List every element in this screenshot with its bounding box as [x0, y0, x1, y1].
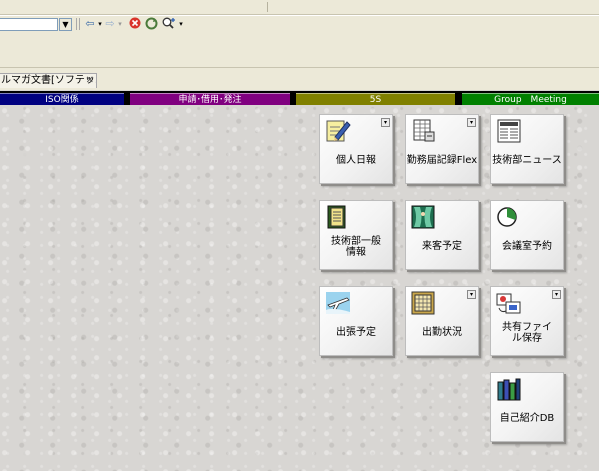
- zoom-icon[interactable]: [161, 17, 177, 31]
- forward-dropdown-icon[interactable]: ▾: [116, 17, 124, 31]
- links-bar: [0, 33, 599, 68]
- category-5s[interactable]: 5S: [296, 93, 455, 105]
- tile-self-intro-db[interactable]: 自己紹介DB: [490, 372, 564, 442]
- tile-meeting-room-booking[interactable]: 会議室予約: [490, 200, 564, 270]
- newspaper-icon: [496, 119, 522, 143]
- tile-label: 出勤状況: [422, 327, 462, 338]
- tile-tech-general-info[interactable]: 技術部一般情報: [319, 200, 393, 270]
- tile-business-trip[interactable]: 出張予定: [319, 286, 393, 356]
- door-curtain-icon: [411, 205, 437, 229]
- tile-label: 共有ファイル保存: [502, 322, 552, 344]
- stop-icon[interactable]: [128, 17, 142, 31]
- tile-label: 技術部ニュース: [492, 155, 562, 166]
- browser-toolbar: ▼ ⇦ ▾ ⇨ ▾ ▾: [0, 15, 599, 34]
- tile-menu-button[interactable]: ▾: [467, 290, 476, 299]
- category-bar: ISO関係 申請･借用･発注 5S Group Meeting: [0, 91, 599, 105]
- address-dropdown-button[interactable]: ▼: [59, 18, 72, 31]
- menu-bar: [0, 0, 599, 15]
- tab-document[interactable]: ルマガ文書[ソフテッ... ✕: [0, 73, 97, 88]
- portal-content: ▾ 個人日報 ▾ 勤務届記録Flex 技術部ニュース 技術部一般情報 来客予定 …: [0, 105, 599, 471]
- tile-personal-daily-report[interactable]: ▾ 個人日報: [319, 114, 393, 184]
- pen-notepad-icon: [325, 119, 351, 143]
- tile-menu-button[interactable]: ▾: [467, 118, 476, 127]
- tile-attendance-status[interactable]: ▾ 出勤状況: [405, 286, 479, 356]
- calendar-grid-icon: [411, 291, 437, 315]
- binder-icon: [325, 205, 351, 229]
- tab-strip: ルマガ文書[ソフテッ... ✕: [0, 68, 599, 90]
- books-icon: [496, 377, 522, 401]
- forward-arrow-icon[interactable]: ⇨: [103, 17, 117, 31]
- tile-attendance-flex[interactable]: ▾ 勤務届記録Flex: [405, 114, 479, 184]
- tile-menu-button[interactable]: ▾: [381, 118, 390, 127]
- tile-menu-button[interactable]: ▾: [552, 290, 561, 299]
- refresh-icon[interactable]: [144, 17, 158, 31]
- shared-files-icon: [496, 291, 522, 315]
- tile-label: 会議室予約: [502, 241, 552, 252]
- zoom-dropdown-icon[interactable]: ▾: [177, 17, 185, 31]
- tile-label: 出張予定: [336, 327, 376, 338]
- tile-shared-file-store[interactable]: ▾ 共有ファイル保存: [490, 286, 564, 356]
- clock-pie-icon: [496, 205, 522, 229]
- address-input[interactable]: [0, 18, 58, 31]
- back-arrow-icon[interactable]: ⇦: [83, 17, 97, 31]
- form-sheet-icon: [411, 119, 437, 143]
- airplane-icon: [325, 291, 351, 315]
- tab-title: ルマガ文書[ソフテッ...: [1, 75, 97, 86]
- category-application[interactable]: 申請･借用･発注: [130, 93, 290, 105]
- tile-label: 技術部一般情報: [331, 236, 381, 258]
- tile-label: 個人日報: [336, 155, 376, 166]
- tile-label: 自己紹介DB: [499, 413, 555, 424]
- category-group-meeting[interactable]: Group Meeting: [462, 93, 599, 105]
- close-icon[interactable]: ✕: [86, 74, 94, 88]
- tile-label: 来客予定: [422, 241, 462, 252]
- category-iso[interactable]: ISO関係: [0, 93, 124, 105]
- tile-visitor-schedule[interactable]: 来客予定: [405, 200, 479, 270]
- tile-label: 勤務届記録Flex: [406, 155, 478, 166]
- tile-tech-news[interactable]: 技術部ニュース: [490, 114, 564, 184]
